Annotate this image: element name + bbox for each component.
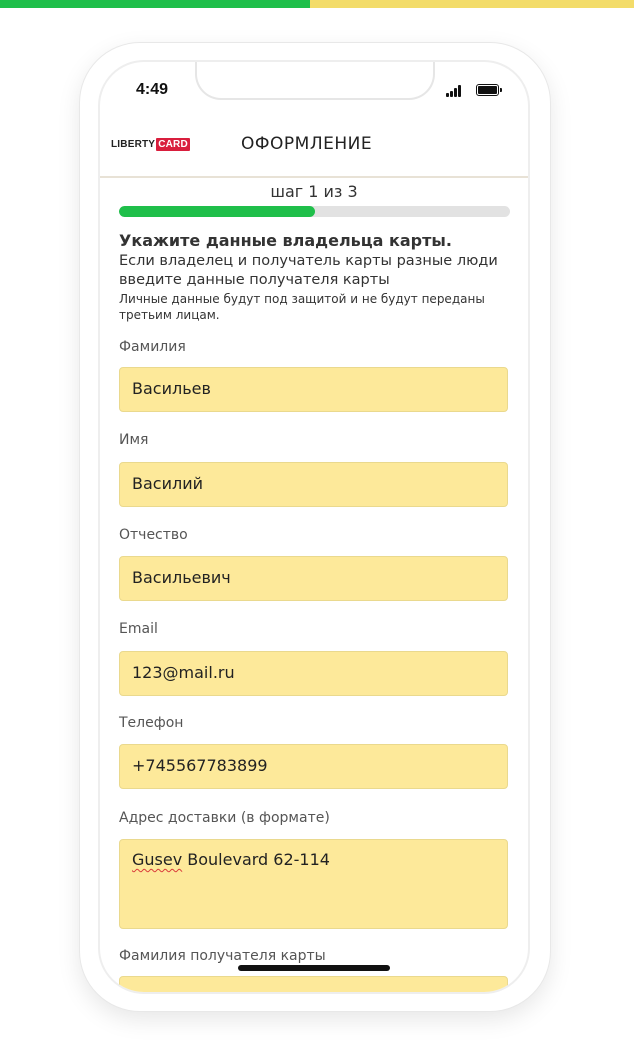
first-name-label: Имя <box>119 432 149 448</box>
step-progress-bar <box>119 206 510 217</box>
home-indicator <box>238 965 390 971</box>
address-textarea[interactable]: Gusev Boulevard 62-114 <box>119 839 508 929</box>
step-progress-fill <box>119 206 315 217</box>
phone-screen: 4:49 LIBERTY CARD ОФОРМЛЕНИЕ шаг 1 из 3 У… <box>100 62 528 992</box>
email-input[interactable]: 123@mail.ru <box>119 651 508 696</box>
email-label: Email <box>119 621 158 637</box>
app-header: LIBERTY CARD ОФОРМЛЕНИЕ <box>100 124 528 178</box>
last-name-input[interactable]: Васильев <box>119 367 508 412</box>
address-misspelled-word: Gusev <box>132 850 183 869</box>
page-title: ОФОРМЛЕНИЕ <box>241 134 373 154</box>
top-strip-green <box>0 0 310 8</box>
phone-notch <box>195 62 435 100</box>
liberty-card-logo[interactable]: LIBERTY CARD <box>111 138 190 151</box>
status-time: 4:49 <box>136 81 169 98</box>
top-strip-yellow <box>310 0 634 8</box>
privacy-note: Личные данные будут под защитой и не буд… <box>119 292 485 322</box>
step-indicator: шаг 1 из 3 <box>270 182 358 201</box>
intro-text: Если владелец и получатель карты разные … <box>119 253 498 288</box>
top-progress-strip <box>0 0 634 8</box>
recipient-last-name-input[interactable] <box>119 976 508 992</box>
logo-card-text: CARD <box>156 138 190 151</box>
patronymic-input[interactable]: Васильевич <box>119 556 508 601</box>
last-name-label: Фамилия <box>119 339 186 355</box>
recipient-last-name-label: Фамилия получателя карты <box>119 948 326 964</box>
status-icons <box>446 83 506 97</box>
battery-icon <box>476 84 502 96</box>
patronymic-label: Отчество <box>119 527 188 543</box>
first-name-input[interactable]: Василий <box>119 462 508 507</box>
phone-label: Телефон <box>119 715 184 731</box>
phone-input[interactable]: +745567783899 <box>119 744 508 789</box>
address-rest: Boulevard 62-114 <box>182 850 330 869</box>
form-content: шаг 1 из 3 Укажите данные владельца карт… <box>100 178 528 992</box>
intro-title: Укажите данные владельца карты. <box>119 231 452 250</box>
logo-liberty-text: LIBERTY <box>111 139 156 150</box>
address-label: Адрес доставки (в формате) <box>119 810 330 826</box>
